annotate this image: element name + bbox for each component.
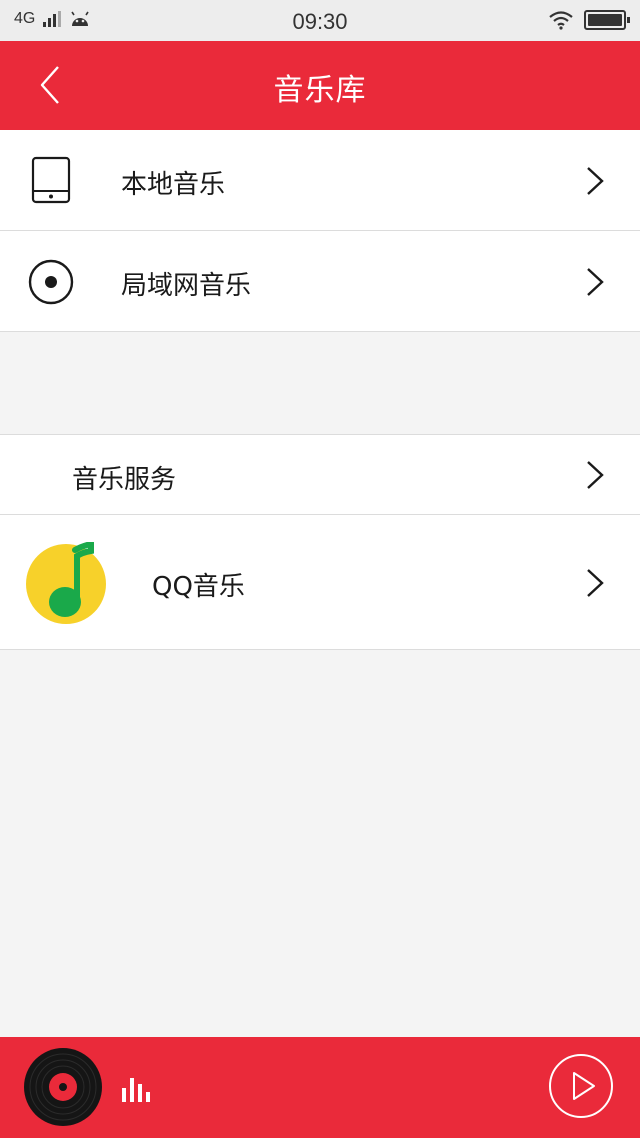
lan-music-label: 局域网音乐 [121, 271, 252, 301]
play-button[interactable] [548, 1053, 614, 1119]
battery-icon [584, 10, 630, 30]
row-music-service[interactable]: 音乐服务 [0, 434, 640, 515]
status-bar: 4G 09:30 [0, 0, 640, 41]
row-local-music[interactable]: 本地音乐 [0, 130, 640, 231]
app-header: 音乐库 [0, 41, 640, 130]
equalizer-icon [122, 1078, 150, 1102]
wifi-icon [549, 11, 573, 30]
vinyl-disc-icon[interactable] [23, 1047, 103, 1127]
qq-music-label: QQ音乐 [152, 572, 245, 602]
local-music-label: 本地音乐 [121, 170, 226, 200]
page-title: 音乐库 [273, 73, 367, 108]
tablet-icon [31, 156, 71, 204]
music-service-label: 音乐服务 [72, 465, 177, 495]
status-right [548, 10, 630, 30]
status-time: 09:30 [292, 9, 348, 34]
chevron-right-icon [587, 268, 604, 296]
row-lan-music[interactable]: 局域网音乐 [0, 231, 640, 332]
row-qq-music[interactable]: QQ音乐 [0, 515, 640, 650]
chevron-right-icon [587, 461, 604, 489]
chevron-right-icon [587, 167, 604, 195]
mini-player [0, 1037, 640, 1138]
qq-music-logo-icon [26, 542, 106, 624]
radio-target-icon [28, 259, 74, 305]
chevron-right-icon [587, 569, 604, 597]
